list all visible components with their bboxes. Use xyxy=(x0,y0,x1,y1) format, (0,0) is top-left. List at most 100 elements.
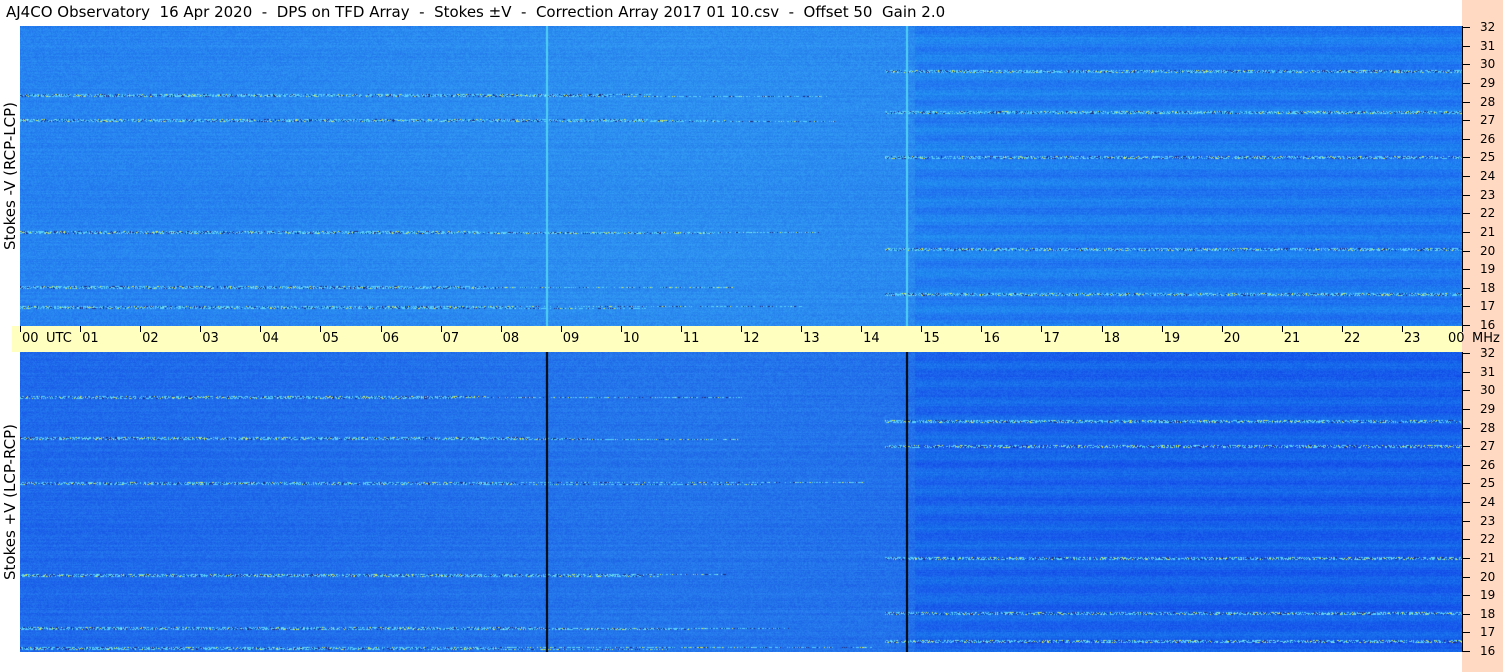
utc-tick-label: 15 xyxy=(923,331,940,346)
stokes-plus-v-spectrogram xyxy=(20,352,1462,652)
utc-tick-label: 03 xyxy=(202,331,219,346)
utc-tick-mark xyxy=(921,326,923,332)
utc-tick-mark xyxy=(140,326,142,332)
bottom-freq-tick-label: 26 xyxy=(1480,457,1496,472)
utc-tick-mark xyxy=(260,326,262,332)
bottom-freq-tick-label: 31 xyxy=(1480,364,1496,379)
utc-tick-label: 22 xyxy=(1343,331,1361,346)
bottom-freq-tick xyxy=(1462,502,1470,503)
top-freq-tick xyxy=(1462,194,1470,196)
utc-tick-mark xyxy=(1221,326,1223,332)
top-panel-ylabel-box: Stokes -V (RCP-LCP) xyxy=(1,26,19,326)
bottom-freq-tick-label: 16 xyxy=(1480,644,1496,658)
utc-tick-mark xyxy=(320,326,322,332)
utc-tick-mark xyxy=(620,326,622,332)
utc-tick-mark xyxy=(1281,326,1283,332)
top-freq-tick xyxy=(1462,45,1470,47)
bottom-freq-tick-label: 18 xyxy=(1480,606,1496,621)
bottom-freq-tick xyxy=(1462,390,1470,392)
utc-axis-label: UTC xyxy=(46,331,72,346)
utc-tick-mark xyxy=(380,326,382,332)
top-freq-tick-label: 16 xyxy=(1480,318,1496,332)
utc-tick-label: 07 xyxy=(442,331,460,346)
top-freq-tick-label: 30 xyxy=(1480,57,1496,72)
top-freq-tick xyxy=(1462,101,1470,103)
bottom-freq-tick xyxy=(1462,595,1470,597)
utc-tick-mark xyxy=(500,326,502,332)
utc-tick-label: 02 xyxy=(142,331,159,346)
bottom-freq-tick-label: 22 xyxy=(1480,532,1496,547)
bottom-freq-tick-label: 27 xyxy=(1480,439,1496,454)
utc-tick-mark xyxy=(560,326,562,332)
top-freq-tick-label: 22 xyxy=(1480,206,1496,221)
top-freq-tick-label: 26 xyxy=(1480,131,1496,146)
mhz-axis-label: MHz xyxy=(1472,331,1500,346)
utc-tick-mark xyxy=(1341,326,1343,332)
utc-tick-label: 10 xyxy=(622,331,640,346)
utc-tick-label: 00 xyxy=(22,331,39,346)
top-freq-tick xyxy=(1462,138,1470,140)
top-freq-tick-label: 21 xyxy=(1480,224,1496,239)
top-freq-tick xyxy=(1462,213,1470,215)
top-freq-tick-label: 29 xyxy=(1480,75,1496,90)
top-freq-tick xyxy=(1462,250,1470,252)
top-freq-tick-label: 28 xyxy=(1480,94,1496,109)
utc-tick-mark xyxy=(200,326,202,332)
utc-tick-label: 04 xyxy=(262,331,279,346)
top-freq-tick-label: 27 xyxy=(1480,113,1496,128)
utc-tick-label: 21 xyxy=(1283,331,1301,346)
top-freq-tick-label: 32 xyxy=(1480,20,1496,34)
bottom-freq-tick xyxy=(1462,427,1470,429)
utc-tick-mark xyxy=(981,326,983,332)
stokes-plus-v-heatmap xyxy=(20,352,1462,652)
utc-tick-mark xyxy=(80,326,82,332)
top-freq-tick xyxy=(1462,82,1470,84)
utc-tick-label: 09 xyxy=(562,331,580,346)
utc-tick-label: 19 xyxy=(1163,331,1181,346)
top-freq-tick xyxy=(1462,325,1470,326)
bottom-freq-tick xyxy=(1462,483,1470,485)
top-freq-tick xyxy=(1462,157,1470,159)
top-freq-tick-label: 31 xyxy=(1480,38,1496,53)
utc-tick-label: 05 xyxy=(322,331,339,346)
bottom-freq-tick xyxy=(1462,539,1470,541)
utc-tick-mark xyxy=(1462,326,1463,332)
utc-tick-label: 14 xyxy=(863,331,880,346)
utc-tick-label: 00 xyxy=(1448,331,1465,346)
bottom-freq-tick xyxy=(1462,371,1470,373)
top-freq-tick xyxy=(1462,306,1470,308)
utc-tick-mark xyxy=(801,326,803,332)
utc-tick-label: 18 xyxy=(1103,331,1121,346)
stokes-minus-v-spectrogram xyxy=(20,26,1462,326)
top-freq-tick xyxy=(1462,176,1470,177)
bottom-freq-tick-label: 21 xyxy=(1480,550,1496,565)
utc-tick-label: 06 xyxy=(382,331,400,346)
utc-tick-label: 20 xyxy=(1223,331,1241,346)
utc-tick-mark xyxy=(20,326,21,332)
bottom-freq-tick xyxy=(1462,353,1470,354)
utc-tick-label: 17 xyxy=(1043,331,1060,346)
bottom-freq-tick xyxy=(1462,557,1470,559)
bottom-freq-tick xyxy=(1462,576,1470,578)
utc-tick-label: 12 xyxy=(743,331,760,346)
bottom-freq-tick-label: 24 xyxy=(1480,495,1496,509)
bottom-freq-tick-label: 30 xyxy=(1480,383,1496,398)
bottom-panel-ylabel: Stokes +V (LCP-RCP) xyxy=(1,424,19,580)
observatory-spectrogram: AJ4CO Observatory 16 Apr 2020 - DPS on T… xyxy=(0,0,1503,672)
bottom-freq-tick xyxy=(1462,408,1470,410)
utc-tick-label: 23 xyxy=(1403,331,1421,346)
utc-time-axis: 00 01 02 03 04 05 06 07 08 09 10 11 12 13 14 15 16 17 18 19… xyxy=(12,326,1500,352)
chart-title: AJ4CO Observatory 16 Apr 2020 - DPS on T… xyxy=(6,3,946,21)
bottom-freq-tick xyxy=(1462,613,1470,615)
bottom-freq-tick xyxy=(1462,446,1470,448)
utc-tick-label: 11 xyxy=(682,331,700,346)
utc-tick-label: 01 xyxy=(82,331,99,346)
utc-tick-mark xyxy=(440,326,442,332)
top-freq-tick-label: 17 xyxy=(1480,299,1496,314)
utc-tick-mark xyxy=(1161,326,1163,332)
bottom-freq-tick-label: 29 xyxy=(1480,401,1496,416)
bottom-freq-tick-label: 20 xyxy=(1480,569,1496,584)
top-freq-tick-label: 24 xyxy=(1480,169,1496,183)
utc-tick-label: 16 xyxy=(983,331,1000,346)
bottom-freq-tick xyxy=(1462,651,1470,652)
